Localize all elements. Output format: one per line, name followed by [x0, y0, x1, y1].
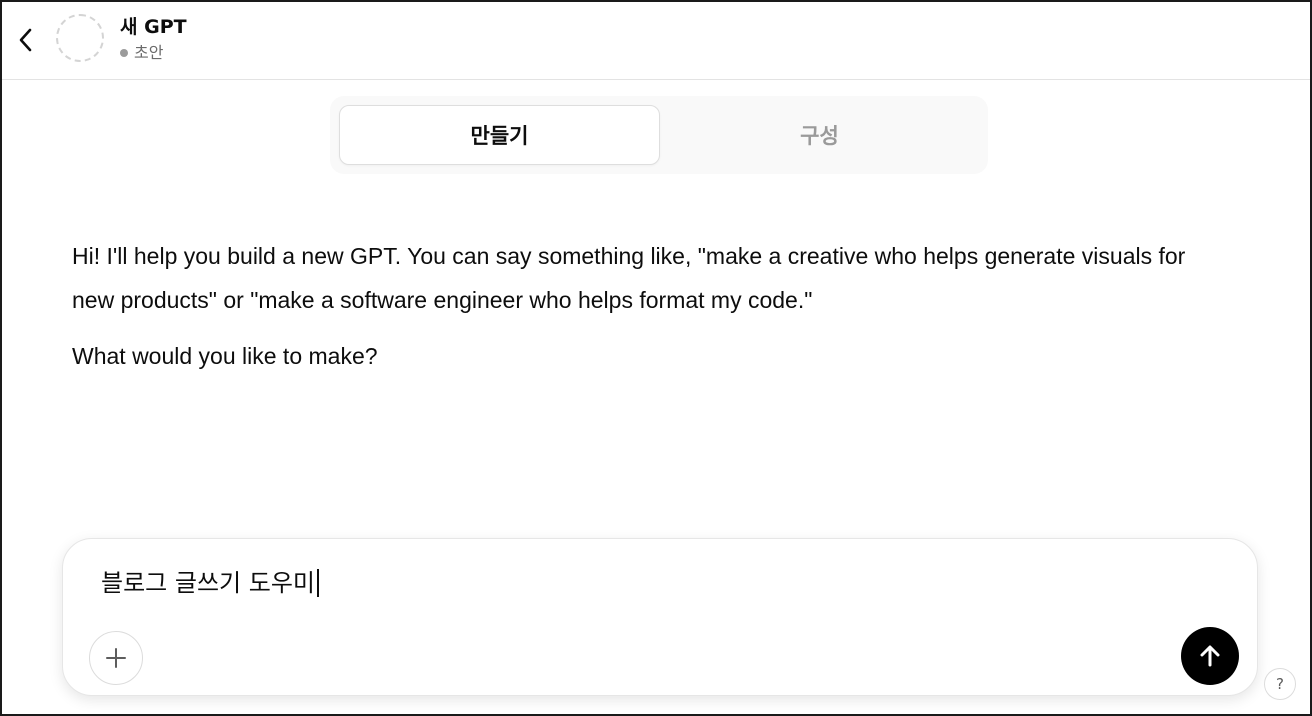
back-button[interactable] — [10, 20, 42, 60]
tab-configure[interactable]: 구성 — [660, 105, 979, 165]
message-composer: 블로그 글쓰기 도우미 — [62, 538, 1258, 696]
arrow-up-icon — [1200, 645, 1220, 667]
status-dot-icon — [120, 49, 128, 57]
text-caret — [316, 569, 319, 597]
help-button[interactable]: ? — [1264, 668, 1296, 700]
attach-button[interactable] — [89, 631, 143, 685]
gpt-avatar-placeholder[interactable] — [56, 14, 104, 62]
gpt-title: 새 GPT — [120, 16, 187, 38]
assistant-message: Hi! I'll help you build a new GPT. You c… — [72, 234, 1232, 378]
chevron-left-icon — [19, 28, 32, 52]
message-input[interactable]: 블로그 글쓰기 도우미 — [101, 563, 1181, 603]
status-label: 초안 — [134, 43, 164, 62]
plus-icon — [106, 648, 126, 668]
tab-create[interactable]: 만들기 — [339, 105, 660, 165]
header: 새 GPT 초안 — [2, 2, 1310, 80]
message-input-text: 블로그 글쓰기 도우미 — [101, 569, 315, 597]
mode-tabs: 만들기 구성 — [330, 96, 988, 174]
send-button[interactable] — [1181, 627, 1239, 685]
app-window: 새 GPT 초안 만들기 구성 Hi! I'll help you build … — [0, 0, 1312, 716]
message-paragraph: Hi! I'll help you build a new GPT. You c… — [72, 243, 1186, 313]
draft-status: 초안 — [120, 42, 163, 64]
message-paragraph: What would you like to make? — [72, 343, 378, 369]
